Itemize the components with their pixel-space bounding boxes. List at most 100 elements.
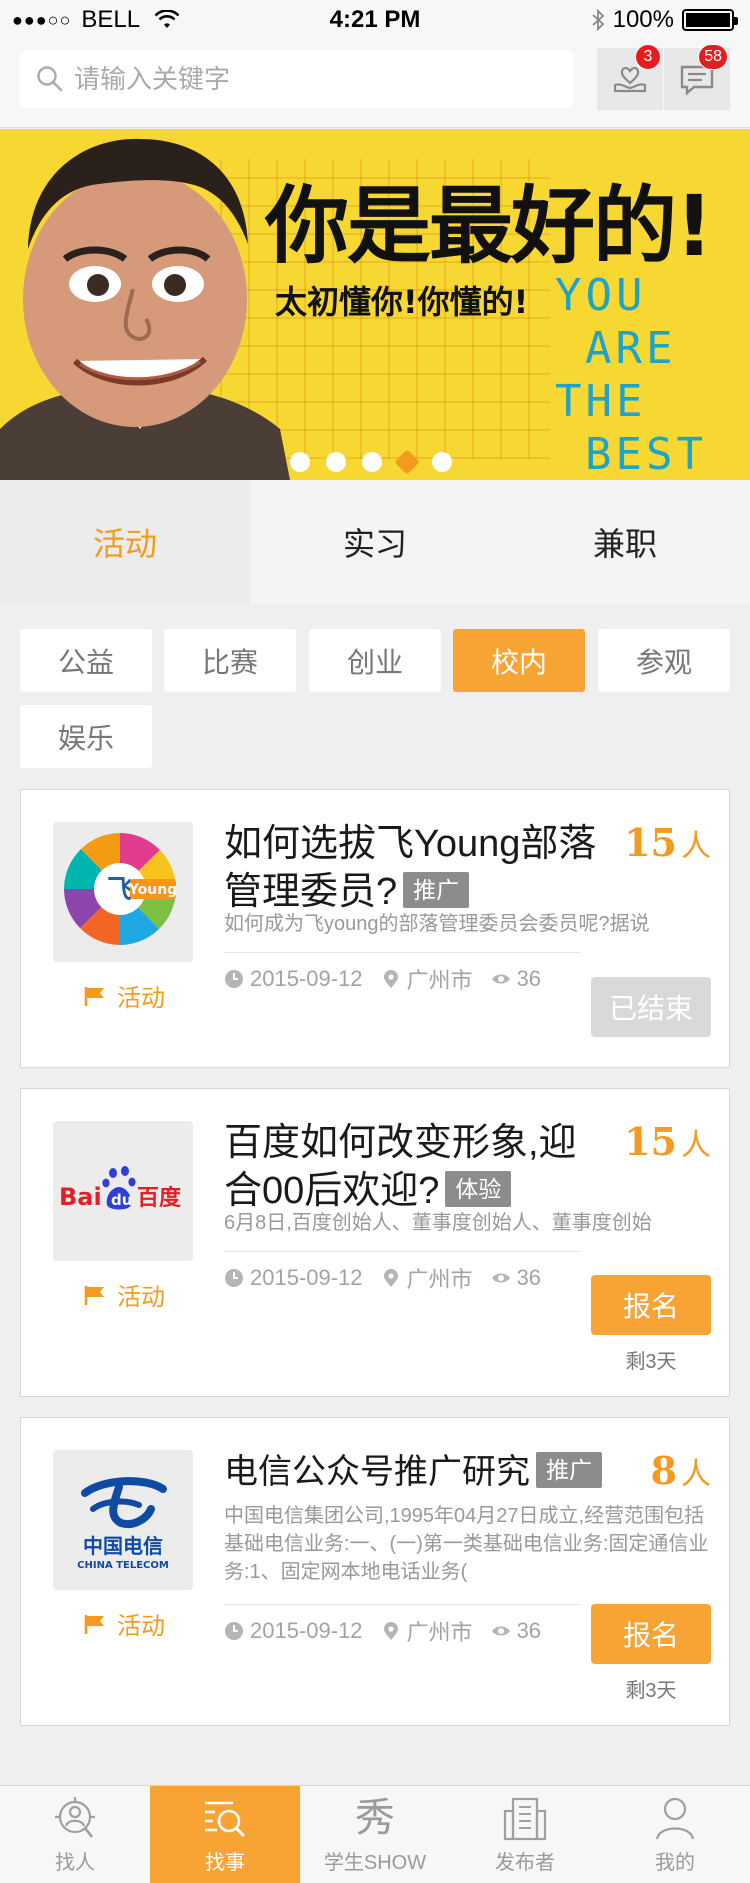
- carousel-dot[interactable]: [326, 452, 346, 472]
- meta-views: 36: [491, 1618, 541, 1644]
- card-meta: 2015-09-12 广州市 36: [224, 1251, 580, 1294]
- card-title[interactable]: 如何选拔飞Young部落管理委员? 推广: [224, 820, 614, 916]
- china-telecom-logo: 中国电信 CHINA TELECOM: [53, 1450, 193, 1590]
- meta-date: 2015-09-12: [224, 1618, 363, 1644]
- banner-subline: 太初懂你!你懂的!: [275, 283, 529, 321]
- signup-button[interactable]: 报名: [591, 1275, 711, 1335]
- feiyoung-logo: 飞 Young: [53, 822, 193, 962]
- card-title[interactable]: 百度如何改变形象,迎合00后欢迎? 体验: [224, 1119, 614, 1215]
- category-tabs: 活动 实习 兼职: [0, 480, 750, 604]
- banner-english-word: ARE: [585, 323, 677, 374]
- days-remaining: 剩3天: [625, 1680, 677, 1702]
- find-person-icon: [48, 1794, 102, 1842]
- card-description: 6月8日,百度创始人、董事度创始人、董事度创始: [224, 1212, 652, 1234]
- carousel-dot-active[interactable]: [394, 449, 420, 475]
- feiyoung-logo-graphic: 飞 Young: [64, 833, 177, 945]
- participant-count: 8人: [651, 1448, 711, 1493]
- meta-location: 广州市: [381, 1615, 473, 1647]
- filter-chip-competition[interactable]: 比赛: [164, 629, 296, 692]
- promo-banner[interactable]: 你是最好的! 太初懂你!你懂的! YOU ARE THE BEST: [0, 129, 750, 480]
- nav-student-show[interactable]: 秀 学生SHOW: [300, 1786, 450, 1883]
- card-meta: 2015-09-12 广州市 36: [224, 952, 580, 995]
- show-icon: 秀: [348, 1794, 402, 1842]
- search-input[interactable]: [74, 63, 554, 95]
- filter-chip-charity[interactable]: 公益: [20, 629, 152, 692]
- card-title-text: 百度如何改变形象,迎合00后欢迎?: [224, 1122, 577, 1212]
- baidu-logo-graphic: Bai du 百度: [59, 1166, 182, 1211]
- meta-views: 36: [491, 966, 541, 992]
- carousel-dot[interactable]: [290, 452, 310, 472]
- banner-portrait-image: [0, 138, 290, 480]
- location-pin-icon: [383, 1622, 398, 1640]
- card-type-label: 活动: [83, 978, 165, 1013]
- filter-chip-startup[interactable]: 创业: [309, 629, 441, 692]
- card-description: 中国电信集团公司,1995年04月27日成立,经营范围包括基础电信业务:一、(一…: [224, 1505, 709, 1583]
- status-left: ●●●○○ BELL: [12, 6, 180, 34]
- bluetooth-icon: [592, 9, 604, 31]
- carousel-dot[interactable]: [362, 452, 382, 472]
- carousel-dot[interactable]: [432, 452, 452, 472]
- meta-views-text: 36: [516, 1618, 542, 1643]
- activity-card[interactable]: 飞 Young 活动 如何选拔飞Young部落管理委员? 推广 15 人 如何成为飞…: [20, 789, 730, 1068]
- nav-find-task[interactable]: 找事: [150, 1786, 300, 1883]
- banner-headline: 你是最好的!: [265, 177, 713, 275]
- meta-location: 广州市: [381, 963, 473, 995]
- participant-count-unit: 人: [681, 1458, 711, 1491]
- baidu-logo-text3: 百度: [137, 1185, 182, 1211]
- participant-count-number: 15: [624, 1119, 677, 1164]
- status-bar: ●●●○○ BELL 4:21 PM 100%: [0, 0, 750, 40]
- likes-button[interactable]: 3: [597, 44, 663, 110]
- china-telecom-logo-graphic: 中国电信 CHINA TELECOM: [77, 1477, 169, 1571]
- banner-english-text: YOU ARE THE BEST: [555, 269, 715, 480]
- search-box[interactable]: [20, 50, 574, 108]
- battery-percent: 100%: [612, 6, 674, 33]
- signup-button[interactable]: 报名: [591, 1604, 711, 1664]
- card-title[interactable]: 电信公众号推广研究 推广: [224, 1448, 614, 1496]
- meta-date-text: 2015-09-12: [250, 1618, 363, 1643]
- tab-activity[interactable]: 活动: [0, 480, 250, 604]
- location-pin-icon: [383, 970, 398, 988]
- days-remaining: 剩3天: [625, 1351, 677, 1373]
- card-type-text: 活动: [117, 1284, 165, 1311]
- tab-internship[interactable]: 实习: [250, 480, 500, 604]
- nav-label: 学生SHOW: [323, 1852, 427, 1874]
- meta-date-text: 2015-09-12: [250, 1265, 363, 1290]
- nav-my-profile[interactable]: 我的: [600, 1786, 750, 1883]
- status-right: 100%: [591, 6, 738, 34]
- activity-card[interactable]: Bai du 百度 活动 百度如何改变形象,迎合00后欢迎? 体验 15 人 6月8…: [20, 1088, 730, 1397]
- card-tag: 推广: [403, 871, 470, 908]
- card-type-text: 活动: [117, 985, 165, 1012]
- find-task-icon: [198, 1794, 252, 1842]
- clock-icon: [225, 1269, 243, 1287]
- card-tag: 推广: [536, 1452, 602, 1489]
- filter-chip-campus[interactable]: 校内: [453, 629, 585, 692]
- nav-label: 我的: [655, 1852, 695, 1874]
- nav-publisher[interactable]: 发布者: [450, 1786, 600, 1883]
- nav-find-person[interactable]: 找人: [0, 1786, 150, 1883]
- participant-count-number: 15: [624, 820, 677, 865]
- activity-card[interactable]: 中国电信 CHINA TELECOM 活动 电信公众号推广研究 推广 8人 中国电…: [20, 1417, 730, 1726]
- baidu-logo: Bai du 百度: [53, 1121, 193, 1261]
- participant-count-number: 8: [650, 1448, 677, 1493]
- banner-english-word: BEST: [585, 429, 707, 480]
- filter-chip-visit[interactable]: 参观: [598, 629, 730, 692]
- clock-icon: [225, 970, 243, 988]
- messages-button[interactable]: 58: [664, 44, 730, 110]
- ended-button[interactable]: 已结束: [591, 977, 711, 1037]
- search-header: 3 58: [0, 40, 750, 128]
- nav-label: 发布者: [495, 1852, 555, 1874]
- card-title-text: 电信公众号推广研究: [224, 1453, 530, 1491]
- bottom-navigation: 找人 找事 秀 学生SHOW 发布者 我的: [0, 1785, 750, 1883]
- eye-icon: [491, 974, 510, 984]
- filter-chip-entertainment[interactable]: 娱乐: [20, 705, 152, 768]
- meta-location-text: 广州市: [406, 968, 473, 993]
- baidu-logo-text: Bai: [59, 1183, 102, 1211]
- flag-icon: [84, 1614, 104, 1634]
- tab-part-time[interactable]: 兼职: [500, 480, 750, 604]
- clock-icon: [225, 1622, 243, 1640]
- eye-icon: [491, 1273, 510, 1283]
- carousel-indicator[interactable]: [290, 449, 452, 475]
- wifi-icon: [154, 10, 180, 28]
- card-type-label: 活动: [83, 1277, 165, 1312]
- flag-icon: [84, 1285, 104, 1305]
